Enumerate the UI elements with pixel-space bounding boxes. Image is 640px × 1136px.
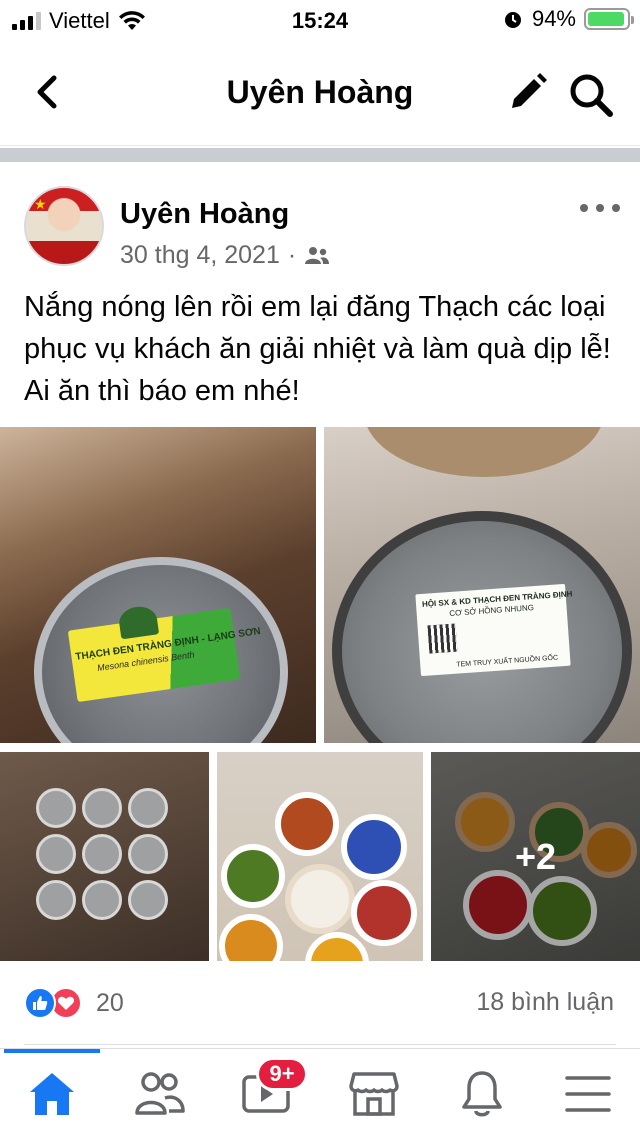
traceability-label-footer: TEM TRUY XUẤT NGUỒN GỐC: [456, 654, 559, 669]
more-photos-overlay[interactable]: +2: [431, 752, 640, 961]
reaction-count: 20: [96, 988, 124, 1017]
watch-notification-badge: 9+: [256, 1057, 308, 1091]
jelly-bowl: [285, 864, 355, 934]
tab-menu[interactable]: [548, 1059, 628, 1129]
more-dot-icon: [612, 204, 620, 212]
jelly-cup-icon: [36, 788, 76, 828]
jelly-cup-icon: [82, 880, 122, 920]
jelly-cup-icon: [36, 880, 76, 920]
post-author-name[interactable]: Uyên Hoàng: [120, 198, 289, 231]
post-meta: 30 thg 4, 2021 ·: [120, 241, 330, 270]
jelly-bowl: [219, 914, 283, 961]
tab-friends[interactable]: [120, 1059, 200, 1129]
post-photo-2[interactable]: HỘI SX & KD THẠCH ĐEN TRÀNG ĐỊNH CƠ SỞ H…: [324, 427, 640, 743]
tab-home[interactable]: [12, 1059, 92, 1129]
jelly-cup-icon: [82, 788, 122, 828]
post-photo-4[interactable]: [217, 752, 423, 961]
qr-code-icon: [427, 623, 458, 654]
author-avatar[interactable]: ★: [24, 186, 104, 266]
jelly-bowl: [351, 880, 417, 946]
tab-notifications[interactable]: [442, 1059, 522, 1129]
edit-button[interactable]: [506, 70, 550, 114]
tab-marketplace[interactable]: [334, 1059, 414, 1129]
menu-icon: [565, 1076, 611, 1112]
jelly-cup-icon: [36, 834, 76, 874]
chevron-left-icon: [37, 75, 57, 109]
post-options-button[interactable]: [580, 194, 620, 222]
home-icon: [30, 1073, 74, 1115]
post-photo-5[interactable]: +2: [431, 752, 640, 961]
active-tab-indicator: [4, 1049, 100, 1053]
comment-count-link[interactable]: 18 bình luận: [476, 988, 614, 1017]
battery-fill: [588, 12, 624, 26]
marketplace-icon: [349, 1072, 399, 1116]
section-separator: [0, 148, 640, 162]
post-divider: [24, 1044, 616, 1045]
search-button[interactable]: [566, 70, 616, 120]
notifications-icon: [462, 1071, 502, 1117]
back-button[interactable]: [26, 70, 70, 114]
jelly-bowl: [305, 932, 369, 961]
post-text: Nắng nóng lên rồi em lại đăng Thạch các …: [24, 291, 611, 407]
reaction-summary[interactable]: 20: [24, 986, 124, 1020]
status-right: 94%: [502, 6, 634, 32]
battery-icon: [584, 8, 634, 30]
pencil-icon: [512, 73, 547, 108]
navigation-bar: Uyên Hoàng: [0, 40, 640, 146]
jelly-bowl: [341, 814, 407, 880]
cup-background: [364, 427, 604, 477]
like-reaction-icon: [24, 987, 56, 1019]
bottom-tab-bar: 9+: [0, 1048, 640, 1136]
post-photo-3[interactable]: [0, 752, 209, 961]
search-icon: [570, 74, 613, 117]
jelly-bowl: [221, 844, 285, 908]
jelly-bowl: [275, 792, 339, 856]
friends-icon: [305, 246, 330, 264]
jelly-cup-icon: [128, 834, 168, 874]
page-title: Uyên Hoàng: [226, 74, 414, 110]
jelly-cup-icon: [82, 834, 122, 874]
traceability-label: HỘI SX & KD THẠCH ĐEN TRÀNG ĐỊNH CƠ SỞ H…: [415, 583, 573, 677]
friends-icon: [135, 1072, 185, 1115]
post-photo-1[interactable]: THẠCH ĐEN TRÀNG ĐỊNH - LẠNG SƠN Mesona c…: [0, 427, 316, 743]
more-dot-icon: [580, 204, 588, 212]
meta-separator: ·: [287, 241, 297, 269]
flag-star-icon: ★: [34, 196, 47, 212]
jelly-cup-icon: [128, 880, 168, 920]
post-date[interactable]: 30 thg 4, 2021: [120, 241, 280, 270]
alarm-icon: [504, 12, 521, 28]
battery-percent: 94%: [531, 6, 576, 31]
status-bar: Viettel 15:24 94%: [0, 0, 640, 40]
jelly-cup-icon: [128, 788, 168, 828]
more-dot-icon: [596, 204, 604, 212]
